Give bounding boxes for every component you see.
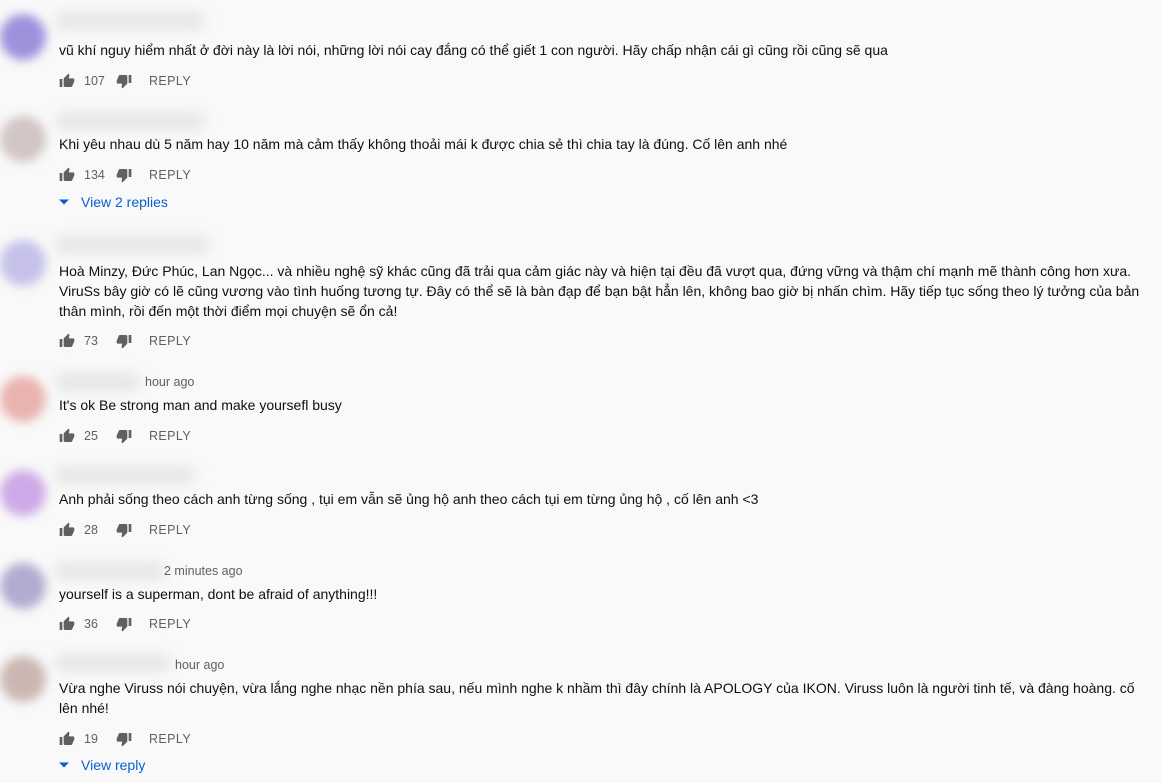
view-replies-label: View 2 replies (81, 194, 168, 210)
comment-actions: 73 REPLY (59, 332, 191, 350)
like-count: 19 (84, 732, 98, 746)
author-name-blurred[interactable] (55, 373, 140, 391)
thumbs-down-icon[interactable] (116, 167, 132, 183)
author-name-blurred[interactable] (55, 562, 165, 580)
thumbs-up-icon[interactable] (59, 333, 75, 349)
thumbs-up-icon[interactable] (59, 167, 75, 183)
thumbs-up-icon[interactable] (59, 731, 75, 747)
like-count: 36 (84, 617, 98, 631)
author-name-blurred[interactable] (55, 12, 205, 30)
comment-text: Anh phải sống theo cách anh từng sống , … (59, 491, 759, 507)
thumbs-down-icon[interactable] (116, 333, 132, 349)
comment-text: Khi yêu nhau dù 5 năm hay 10 năm mà cảm … (59, 136, 788, 152)
view-replies-label: View reply (81, 757, 146, 773)
author-name-blurred[interactable] (55, 466, 195, 484)
like-count: 73 (84, 334, 98, 348)
comment-text: Hoà Minzy, Đức Phúc, Lan Ngọc... và nhiề… (59, 263, 1140, 319)
reply-button[interactable]: REPLY (149, 523, 191, 537)
reply-button[interactable]: REPLY (149, 732, 191, 746)
comment-actions: 19 REPLY (59, 730, 191, 748)
reply-button[interactable]: REPLY (149, 74, 191, 88)
avatar[interactable] (0, 116, 46, 162)
avatar[interactable] (0, 656, 46, 702)
author-name-blurred[interactable] (55, 112, 205, 130)
avatar[interactable] (0, 14, 46, 60)
like-count: 134 (84, 168, 105, 182)
comment-text: It's ok Be strong man and make yoursefl … (59, 397, 342, 413)
thumbs-down-icon[interactable] (116, 731, 132, 747)
comment-text: vũ khí nguy hiểm nhất ở đời này là lời n… (59, 42, 888, 58)
caret-down-icon (59, 762, 69, 768)
thumbs-up-icon[interactable] (59, 522, 75, 538)
like-count: 28 (84, 523, 98, 537)
comment-text: Vừa nghe Viruss nói chuyện, vừa lắng ngh… (59, 680, 1135, 716)
thumbs-up-icon[interactable] (59, 73, 75, 89)
view-replies-button[interactable]: View 2 replies (59, 194, 168, 210)
like-count: 25 (84, 429, 98, 443)
reply-button[interactable]: REPLY (149, 617, 191, 631)
comment-actions: 36 REPLY (59, 615, 191, 633)
comment-text: yourself is a superman, dont be afraid o… (59, 586, 378, 602)
thumbs-down-icon[interactable] (116, 616, 132, 632)
avatar[interactable] (0, 376, 46, 422)
comment-timestamp[interactable]: hour ago (145, 375, 194, 389)
caret-down-icon (59, 199, 69, 205)
reply-button[interactable]: REPLY (149, 429, 191, 443)
reply-button[interactable]: REPLY (149, 334, 191, 348)
comment-actions: 25 REPLY (59, 427, 191, 445)
thumbs-down-icon[interactable] (116, 73, 132, 89)
author-name-blurred[interactable] (55, 236, 210, 254)
comment-actions: 107 REPLY (59, 72, 191, 90)
like-count: 107 (84, 74, 105, 88)
reply-button[interactable]: REPLY (149, 168, 191, 182)
avatar[interactable] (0, 563, 46, 609)
comment-timestamp[interactable]: hour ago (175, 658, 224, 672)
thumbs-up-icon[interactable] (59, 616, 75, 632)
avatar[interactable] (0, 240, 46, 286)
avatar[interactable] (0, 470, 46, 516)
thumbs-down-icon[interactable] (116, 428, 132, 444)
comment-actions: 134 REPLY (59, 166, 191, 184)
thumbs-down-icon[interactable] (116, 522, 132, 538)
comment-timestamp[interactable]: 2 minutes ago (164, 564, 243, 578)
comment-actions: 28 REPLY (59, 521, 191, 539)
view-replies-button[interactable]: View reply (59, 757, 145, 773)
author-name-blurred[interactable] (55, 654, 170, 672)
thumbs-up-icon[interactable] (59, 428, 75, 444)
